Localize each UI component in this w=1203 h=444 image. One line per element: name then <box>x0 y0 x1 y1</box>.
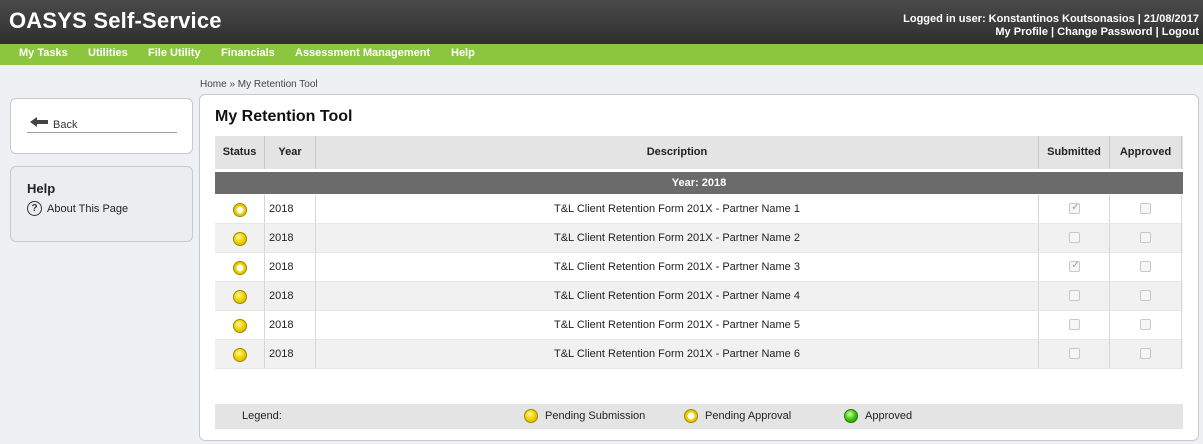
table-row[interactable]: 2018 T&L Client Retention Form 201X - Par… <box>215 282 1183 311</box>
nav-my-tasks[interactable]: My Tasks <box>19 47 68 59</box>
pending-submission-icon <box>233 319 247 333</box>
retention-tool-panel: My Retention Tool Status Year Descriptio… <box>199 94 1199 441</box>
legend-pending-approval-label: Pending Approval <box>705 410 792 422</box>
help-title: Help <box>27 181 56 196</box>
retention-table-body: 2018 T&L Client Retention Form 201X - Par… <box>215 195 1183 369</box>
pending-submission-icon <box>233 348 247 362</box>
user-area: Logged in user: Konstantinos Koutsonasio… <box>903 13 1199 39</box>
status-cell <box>215 224 265 252</box>
my-profile-link[interactable]: My Profile <box>995 26 1048 38</box>
column-header-submitted[interactable]: Submitted <box>1039 136 1110 169</box>
description-link[interactable]: T&L Client Retention Form 201X - Partner… <box>316 224 1039 252</box>
submitted-cell: ✓ <box>1039 253 1110 281</box>
app-title: OASYS Self-Service <box>9 8 222 33</box>
table-row[interactable]: 2018 T&L Client Retention Form 201X - Par… <box>215 253 1183 282</box>
year-cell: 2018 <box>265 253 316 281</box>
description-link[interactable]: T&L Client Retention Form 201X - Partner… <box>316 253 1039 281</box>
nav-assessment-management[interactable]: Assessment Management <box>295 47 430 59</box>
legend-label: Legend: <box>242 410 282 422</box>
approved-cell <box>1110 311 1182 339</box>
approved-cell <box>1110 195 1182 223</box>
year-cell: 2018 <box>265 340 316 368</box>
approved-checkbox[interactable] <box>1140 348 1151 359</box>
column-header-description[interactable]: Description <box>316 136 1039 169</box>
submitted-checkbox[interactable]: ✓ <box>1069 202 1080 214</box>
status-cell <box>215 311 265 339</box>
pending-submission-icon <box>233 290 247 304</box>
approved-checkbox[interactable] <box>1140 290 1151 301</box>
submitted-checkbox[interactable] <box>1069 319 1080 330</box>
help-panel: Help ? About This Page <box>10 166 193 242</box>
year-cell: 2018 <box>265 195 316 223</box>
submitted-checkbox[interactable] <box>1069 348 1080 359</box>
column-header-status[interactable]: Status <box>215 136 265 169</box>
main-nav: My Tasks Utilities File Utility Financia… <box>0 44 1203 65</box>
table-row[interactable]: 2018 T&L Client Retention Form 201X - Par… <box>215 224 1183 253</box>
question-circle-icon: ? <box>27 201 42 216</box>
year-cell: 2018 <box>265 224 316 252</box>
year-cell: 2018 <box>265 311 316 339</box>
approved-checkbox[interactable] <box>1140 261 1151 272</box>
arrow-left-icon <box>30 117 48 127</box>
change-password-link[interactable]: Change Password <box>1057 26 1152 38</box>
back-button[interactable]: Back <box>27 116 177 133</box>
approved-checkbox[interactable] <box>1140 319 1151 330</box>
legend-approved-label: Approved <box>865 410 913 422</box>
nav-help[interactable]: Help <box>451 47 475 59</box>
submitted-cell <box>1039 224 1110 252</box>
column-header-approved[interactable]: Approved <box>1110 136 1182 169</box>
logout-link[interactable]: Logout <box>1162 26 1199 38</box>
pending-submission-icon <box>233 232 247 246</box>
link-separator: | <box>1047 26 1058 38</box>
submitted-checkbox[interactable]: ✓ <box>1069 260 1080 272</box>
pending-approval-icon <box>684 409 698 423</box>
year-cell: 2018 <box>265 282 316 310</box>
approved-icon <box>844 409 858 423</box>
approved-cell <box>1110 340 1182 368</box>
pending-approval-icon <box>233 203 247 217</box>
description-link[interactable]: T&L Client Retention Form 201X - Partner… <box>316 282 1039 310</box>
submitted-cell <box>1039 282 1110 310</box>
table-row[interactable]: 2018 T&L Client Retention Form 201X - Par… <box>215 195 1183 224</box>
approved-checkbox[interactable] <box>1140 203 1151 214</box>
status-cell <box>215 253 265 281</box>
status-cell <box>215 282 265 310</box>
submitted-checkbox[interactable] <box>1069 232 1080 243</box>
checkmark-icon: ✓ <box>1071 260 1080 271</box>
approved-cell <box>1110 253 1182 281</box>
checkmark-icon: ✓ <box>1071 202 1080 213</box>
table-row[interactable]: 2018 T&L Client Retention Form 201X - Par… <box>215 311 1183 340</box>
back-label: Back <box>53 119 78 131</box>
table-header: Status Year Description Submitted Approv… <box>215 136 1183 169</box>
submitted-checkbox[interactable] <box>1069 290 1080 301</box>
pending-submission-icon <box>524 409 538 423</box>
nav-financials[interactable]: Financials <box>221 47 275 59</box>
approved-cell <box>1110 224 1182 252</box>
logged-in-text: Logged in user: Konstantinos Koutsonasio… <box>903 13 1199 25</box>
nav-utilities[interactable]: Utilities <box>88 47 128 59</box>
submitted-cell: ✓ <box>1039 195 1110 223</box>
column-header-year[interactable]: Year <box>265 136 316 169</box>
submitted-cell <box>1039 340 1110 368</box>
link-separator: | <box>1152 26 1162 38</box>
pending-approval-icon <box>233 261 247 275</box>
year-group-row[interactable]: Year: 2018 <box>215 172 1183 194</box>
legend-pending-submission-label: Pending Submission <box>545 410 646 422</box>
description-link[interactable]: T&L Client Retention Form 201X - Partner… <box>316 195 1039 223</box>
approved-cell <box>1110 282 1182 310</box>
submitted-cell <box>1039 311 1110 339</box>
status-cell <box>215 195 265 223</box>
top-header: OASYS Self-Service Logged in user: Konst… <box>0 0 1203 44</box>
back-panel: Back <box>10 98 193 154</box>
status-legend: Legend: Pending Submission Pending Appro… <box>215 404 1183 429</box>
table-row[interactable]: 2018 T&L Client Retention Form 201X - Par… <box>215 340 1183 369</box>
breadcrumb: Home » My Retention Tool <box>200 79 318 90</box>
about-this-page-label: About This Page <box>47 203 129 215</box>
description-link[interactable]: T&L Client Retention Form 201X - Partner… <box>316 311 1039 339</box>
status-cell <box>215 340 265 368</box>
nav-file-utility[interactable]: File Utility <box>148 47 201 59</box>
description-link[interactable]: T&L Client Retention Form 201X - Partner… <box>316 340 1039 368</box>
approved-checkbox[interactable] <box>1140 232 1151 243</box>
page-title: My Retention Tool <box>215 108 353 125</box>
